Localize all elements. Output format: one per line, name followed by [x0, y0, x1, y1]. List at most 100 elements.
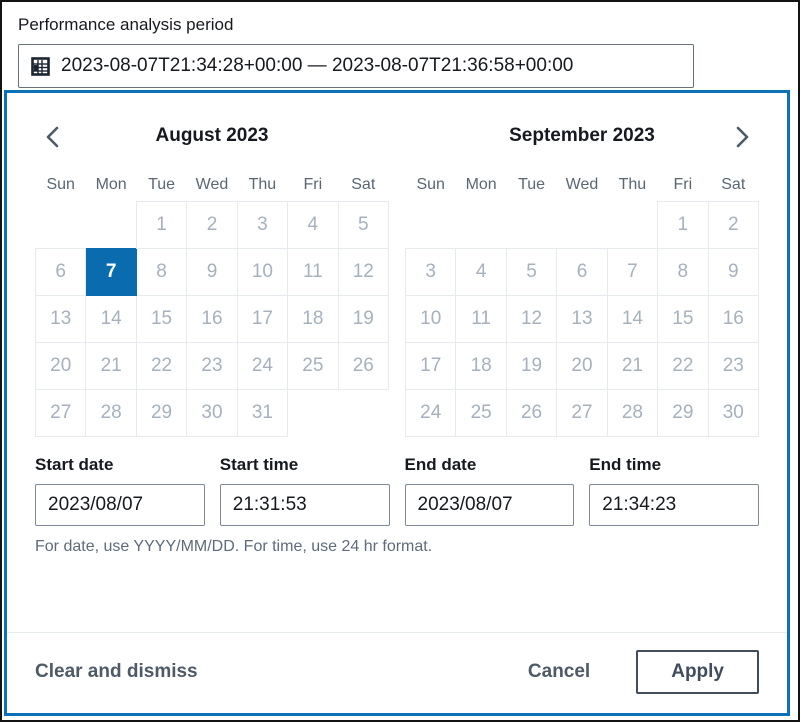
- calendar-day[interactable]: 19: [506, 343, 556, 390]
- start-date-input[interactable]: [35, 484, 205, 526]
- calendar-day[interactable]: 5: [506, 249, 556, 296]
- calendar-day[interactable]: 26: [338, 343, 388, 390]
- calendar-day[interactable]: 5: [338, 202, 388, 249]
- calendar-day[interactable]: 27: [36, 390, 86, 437]
- calendar-day[interactable]: 16: [187, 296, 237, 343]
- calendar-day[interactable]: 4: [288, 202, 338, 249]
- calendar-day[interactable]: 8: [136, 249, 186, 296]
- calendar-day[interactable]: 24: [406, 390, 456, 437]
- end-date-field-group: End date: [405, 455, 575, 526]
- next-month-button[interactable]: [727, 122, 757, 152]
- calendar-empty-cell: [456, 202, 506, 249]
- end-date-label: End date: [405, 455, 575, 475]
- calendar-day[interactable]: 2: [708, 202, 758, 249]
- calendar-day[interactable]: 13: [36, 296, 86, 343]
- calendar-day[interactable]: 21: [86, 343, 136, 390]
- calendar-day[interactable]: 25: [288, 343, 338, 390]
- calendar-day[interactable]: 22: [658, 343, 708, 390]
- popover-footer: Clear and dismiss Cancel Apply: [7, 632, 787, 713]
- calendar-day-selected[interactable]: 7: [86, 249, 136, 296]
- date-range-picker-panel: Performance analysis period 2023-08-07T2…: [0, 0, 800, 722]
- calendar-empty-cell: [557, 202, 607, 249]
- weekday-label: Tue: [136, 169, 186, 202]
- end-time-input[interactable]: [589, 484, 759, 526]
- weekday-label: Mon: [456, 169, 506, 202]
- calendar-day[interactable]: 9: [708, 249, 758, 296]
- calendar-day[interactable]: 3: [237, 202, 287, 249]
- calendar-day[interactable]: 22: [136, 343, 186, 390]
- calendar-day[interactable]: 12: [338, 249, 388, 296]
- calendar-day[interactable]: 13: [557, 296, 607, 343]
- calendar-day[interactable]: 1: [136, 202, 186, 249]
- calendar-day[interactable]: 27: [557, 390, 607, 437]
- calendar-day[interactable]: 16: [708, 296, 758, 343]
- weekday-label: Sat: [338, 169, 388, 202]
- calendar-august-header: August 2023: [35, 115, 389, 157]
- calendar-day[interactable]: 7: [607, 249, 657, 296]
- calendar-day[interactable]: 11: [456, 296, 506, 343]
- weekday-label: Mon: [86, 169, 136, 202]
- calendar-day[interactable]: 24: [237, 343, 287, 390]
- clear-and-dismiss-button[interactable]: Clear and dismiss: [35, 661, 198, 683]
- calendar-day[interactable]: 14: [86, 296, 136, 343]
- calendars-row: August 2023 SunMonTueWedThuFriSat1234567…: [7, 93, 787, 437]
- calendar-september: September 2023 SunMonTueWedThuFriSat1234…: [405, 115, 759, 437]
- calendar-day[interactable]: 14: [607, 296, 657, 343]
- calendar-day[interactable]: 4: [456, 249, 506, 296]
- date-range-popover: August 2023 SunMonTueWedThuFriSat1234567…: [4, 90, 790, 716]
- chevron-left-icon: [45, 125, 60, 149]
- previous-month-button[interactable]: [37, 122, 67, 152]
- calendar-day[interactable]: 23: [187, 343, 237, 390]
- calendar-day[interactable]: 11: [288, 249, 338, 296]
- format-hint-text: For date, use YYYY/MM/DD. For time, use …: [7, 526, 787, 556]
- calendar-august: August 2023 SunMonTueWedThuFriSat1234567…: [35, 115, 389, 437]
- calendar-day[interactable]: 30: [187, 390, 237, 437]
- calendar-day[interactable]: 6: [36, 249, 86, 296]
- calendar-day[interactable]: 18: [288, 296, 338, 343]
- date-range-value: 2023-08-07T21:34:28+00:00 — 2023-08-07T2…: [61, 55, 573, 77]
- calendar-day[interactable]: 12: [506, 296, 556, 343]
- start-time-field-group: Start time: [220, 455, 390, 526]
- calendar-day[interactable]: 15: [136, 296, 186, 343]
- start-time-input[interactable]: [220, 484, 390, 526]
- calendar-day[interactable]: 8: [658, 249, 708, 296]
- calendar-day[interactable]: 10: [237, 249, 287, 296]
- weekday-label: Wed: [187, 169, 237, 202]
- calendar-day[interactable]: 3: [406, 249, 456, 296]
- calendar-day[interactable]: 17: [406, 343, 456, 390]
- apply-button[interactable]: Apply: [636, 650, 759, 694]
- calendar-day[interactable]: 26: [506, 390, 556, 437]
- calendar-day[interactable]: 28: [86, 390, 136, 437]
- calendar-day[interactable]: 31: [237, 390, 287, 437]
- calendar-empty-cell: [506, 202, 556, 249]
- weekday-label: Thu: [237, 169, 287, 202]
- calendar-day[interactable]: 30: [708, 390, 758, 437]
- calendar-day[interactable]: 20: [557, 343, 607, 390]
- calendar-day[interactable]: 21: [607, 343, 657, 390]
- calendar-empty-cell: [338, 390, 388, 437]
- calendar-empty-cell: [288, 390, 338, 437]
- calendar-day[interactable]: 2: [187, 202, 237, 249]
- calendar-day[interactable]: 10: [406, 296, 456, 343]
- calendar-day[interactable]: 28: [607, 390, 657, 437]
- calendar-day[interactable]: 19: [338, 296, 388, 343]
- date-range-trigger-field[interactable]: 2023-08-07T21:34:28+00:00 — 2023-08-07T2…: [18, 44, 694, 88]
- calendar-empty-cell: [607, 202, 657, 249]
- end-time-label: End time: [589, 455, 759, 475]
- calendar-day[interactable]: 15: [658, 296, 708, 343]
- calendar-day[interactable]: 17: [237, 296, 287, 343]
- calendar-day[interactable]: 29: [658, 390, 708, 437]
- calendar-day[interactable]: 18: [456, 343, 506, 390]
- calendar-day[interactable]: 1: [658, 202, 708, 249]
- calendar-empty-cell: [406, 202, 456, 249]
- calendar-grid: SunMonTueWedThuFriSat1234567891011121314…: [35, 169, 389, 437]
- calendar-day[interactable]: 25: [456, 390, 506, 437]
- end-date-input[interactable]: [405, 484, 575, 526]
- calendar-day[interactable]: 20: [36, 343, 86, 390]
- end-time-field-group: End time: [589, 455, 759, 526]
- calendar-day[interactable]: 23: [708, 343, 758, 390]
- calendar-day[interactable]: 6: [557, 249, 607, 296]
- cancel-button[interactable]: Cancel: [528, 661, 590, 683]
- calendar-day[interactable]: 9: [187, 249, 237, 296]
- calendar-day[interactable]: 29: [136, 390, 186, 437]
